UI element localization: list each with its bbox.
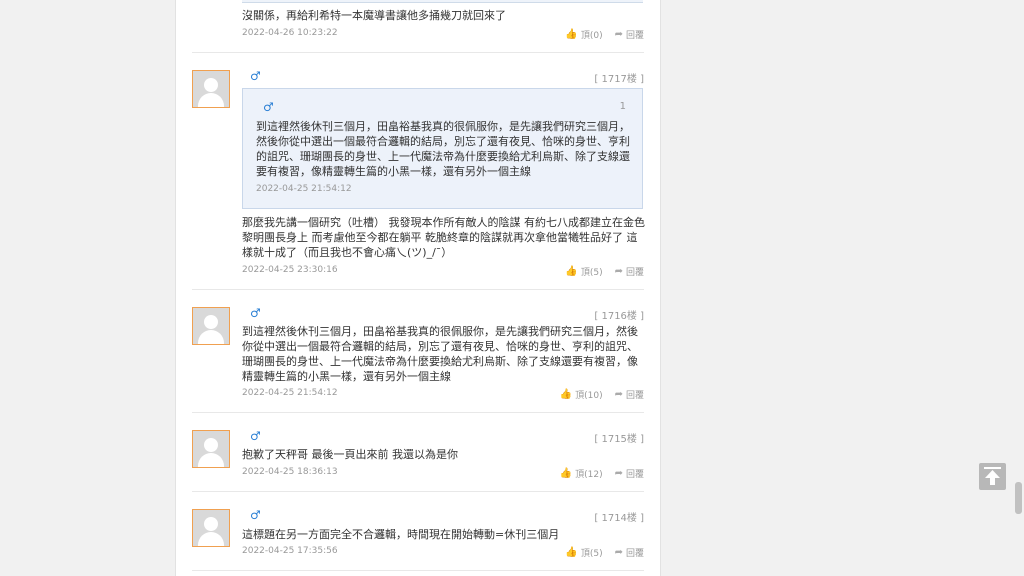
reply-button[interactable]: ➦ 回覆 bbox=[615, 546, 644, 559]
like-button[interactable]: 👍 頂(12) bbox=[560, 467, 603, 480]
reply-button[interactable]: ➦ 回覆 bbox=[615, 28, 644, 41]
thumbs-up-icon: 👍 bbox=[559, 389, 573, 400]
divider bbox=[192, 491, 644, 492]
reply-button[interactable]: ➦ 回覆 bbox=[615, 265, 644, 278]
quote-number: 1 bbox=[619, 101, 626, 112]
like-button[interactable]: 👍 頂(10) bbox=[560, 388, 603, 401]
quote-box-edge bbox=[242, 0, 643, 3]
comment-text: 抱歉了天秤哥 最後一頁出來前 我還以為是你 bbox=[242, 448, 458, 461]
share-arrow-icon: ➦ bbox=[614, 266, 623, 277]
floor-number: [ 1714楼 ] bbox=[594, 513, 644, 524]
back-to-top-button[interactable] bbox=[979, 463, 1006, 490]
avatar[interactable] bbox=[192, 430, 230, 468]
floor-number: [ 1716楼 ] bbox=[594, 311, 644, 322]
divider bbox=[192, 289, 644, 290]
male-icon: ♂ bbox=[263, 100, 274, 114]
male-icon: ♂ bbox=[250, 429, 261, 443]
thumbs-up-icon: 👍 bbox=[565, 547, 578, 558]
male-icon: ♂ bbox=[250, 306, 261, 320]
reply-button[interactable]: ➦ 回覆 bbox=[615, 388, 644, 401]
male-icon: ♂ bbox=[250, 69, 261, 83]
like-button[interactable]: 👍 頂(0) bbox=[565, 28, 602, 41]
floor-number: [ 1715楼 ] bbox=[594, 434, 644, 445]
avatar[interactable] bbox=[192, 307, 230, 345]
comment-date: 2022-04-25 21:54:12 bbox=[242, 388, 338, 398]
arrow-up-icon bbox=[984, 467, 1001, 485]
comment-actions: 👍 頂(0) ➦ 回覆 bbox=[565, 28, 644, 41]
divider bbox=[192, 412, 644, 413]
comment-date: 2022-04-25 17:35:56 bbox=[242, 546, 338, 556]
divider bbox=[192, 570, 644, 571]
thumbs-up-icon: 👍 bbox=[559, 468, 573, 479]
quote-box: ♂ 1 到這裡然後休刊三個月，田畠裕基我真的很佩服你，是先讓我們研究三個月，然後… bbox=[242, 88, 643, 209]
share-arrow-icon: ➦ bbox=[614, 547, 623, 558]
thumbs-up-icon: 👍 bbox=[565, 29, 578, 40]
share-arrow-icon: ➦ bbox=[614, 468, 623, 479]
comment-actions: 👍 頂(12) ➦ 回覆 bbox=[560, 467, 644, 480]
page-scrollbar[interactable] bbox=[1013, 0, 1024, 576]
comment-text: 那麼我先講一個研究（吐槽） 我發現本作所有敵人的陰謀 有約七八成都建立在金色黎明… bbox=[242, 216, 645, 259]
divider bbox=[192, 52, 644, 53]
quote-text: 到這裡然後休刊三個月，田畠裕基我真的很佩服你，是先讓我們研究三個月，然後你從中選… bbox=[256, 120, 630, 178]
scrollbar-thumb[interactable] bbox=[1015, 482, 1022, 514]
comment-text: 沒關係，再給利希特一本魔導書讓他多捅幾刀就回來了 bbox=[242, 9, 506, 22]
comment-actions: 👍 頂(5) ➦ 回覆 bbox=[565, 265, 644, 278]
comment-text: 到這裡然後休刊三個月，田畠裕基我真的很佩服你，是先讓我們研究三個月，然後你從中選… bbox=[242, 325, 638, 383]
avatar[interactable] bbox=[192, 509, 230, 547]
comment-actions: 👍 頂(10) ➦ 回覆 bbox=[560, 388, 644, 401]
comment-actions: 👍 頂(5) ➦ 回覆 bbox=[565, 546, 644, 559]
male-icon: ♂ bbox=[250, 508, 261, 522]
comment-date: 2022-04-26 10:23:22 bbox=[242, 28, 338, 38]
share-arrow-icon: ➦ bbox=[614, 389, 623, 400]
comment-list: 沒關係，再給利希特一本魔導書讓他多捅幾刀就回來了 2022-04-26 10:2… bbox=[175, 0, 661, 576]
avatar[interactable] bbox=[192, 70, 230, 108]
comment-text: 這標題在另一方面完全不合邏輯，時間現在開始轉動=休刊三個月 bbox=[242, 528, 560, 541]
reply-button[interactable]: ➦ 回覆 bbox=[615, 467, 644, 480]
like-button[interactable]: 👍 頂(5) bbox=[565, 546, 602, 559]
floor-number: [ 1717楼 ] bbox=[594, 74, 644, 85]
share-arrow-icon: ➦ bbox=[614, 29, 623, 40]
comment-date: 2022-04-25 23:30:16 bbox=[242, 265, 338, 275]
thumbs-up-icon: 👍 bbox=[565, 266, 578, 277]
comment-date: 2022-04-25 18:36:13 bbox=[242, 467, 338, 477]
quote-date: 2022-04-25 21:54:12 bbox=[256, 184, 352, 194]
like-button[interactable]: 👍 頂(5) bbox=[565, 265, 602, 278]
